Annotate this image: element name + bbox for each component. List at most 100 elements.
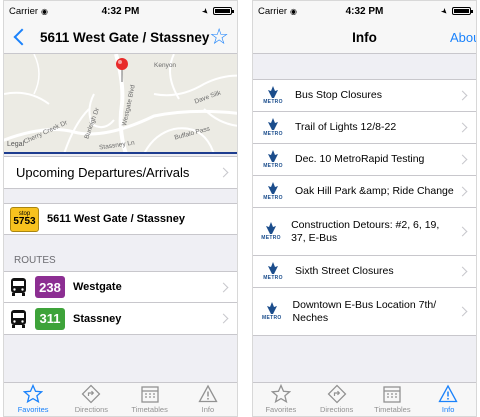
tab-favorites[interactable]: Favorites xyxy=(4,383,62,416)
metro-logo-word: METRO xyxy=(261,315,282,321)
info-item-text: Sixth Street Closures xyxy=(295,265,394,277)
calendar-icon xyxy=(140,386,159,403)
info-item-text: Bus Stop Closures xyxy=(295,89,382,101)
street-label: Kenyon xyxy=(154,62,177,69)
list-item[interactable]: METRO Downtown E-Bus Location 7th/ Neche… xyxy=(253,288,476,336)
chevron-right-icon xyxy=(218,282,229,292)
list-item[interactable]: METRO Bus Stop Closures xyxy=(253,80,476,112)
location-arrow-icon: ➤ xyxy=(439,5,451,17)
tab-directions[interactable]: Directions xyxy=(309,383,365,416)
route-row-311[interactable]: 311 Stassney xyxy=(4,303,237,335)
location-arrow-icon: ➤ xyxy=(200,5,212,17)
tab-label: Timetables xyxy=(374,405,411,414)
bus-icon xyxy=(11,278,26,296)
warning-icon xyxy=(198,384,218,403)
metro-logo-icon: METRO xyxy=(261,150,285,169)
info-item-text: Downtown E-Bus Location 7th/ Neches xyxy=(292,298,437,324)
carrier-group: Carrier ◉ xyxy=(258,6,297,17)
map-pin[interactable] xyxy=(116,58,128,70)
tab-label: Info xyxy=(201,405,215,414)
metro-logo-word: METRO xyxy=(263,99,283,105)
stop-name: 5611 West Gate / Stassney xyxy=(47,213,185,225)
stop-row[interactable]: stop 5753 5611 West Gate / Stassney xyxy=(4,203,237,235)
metro-logo-icon: METRO xyxy=(261,118,285,137)
wifi-icon: ◉ xyxy=(41,6,49,16)
carrier-label: Carrier xyxy=(9,5,39,17)
list-item[interactable]: METRO Oak Hill Park &amp; Ride Change xyxy=(253,176,476,208)
stop-badge: stop 5753 xyxy=(10,206,39,232)
directions-icon xyxy=(327,384,347,404)
warning-icon xyxy=(438,384,458,403)
metro-logo-word: METRO xyxy=(263,163,283,169)
stop-map[interactable]: Westgate Blvd Cherry Creek Dr Buffalo Pa… xyxy=(4,54,237,154)
tab-info[interactable]: Info xyxy=(179,383,237,416)
route-number-badge: 238 xyxy=(35,276,65,298)
list-item[interactable]: METRO Dec. 10 MetroRapid Testing xyxy=(253,144,476,176)
status-right: ➤ xyxy=(439,5,473,17)
list-item[interactable]: METRO Sixth Street Closures xyxy=(253,256,476,288)
tab-label: Favorites xyxy=(17,405,49,414)
upcoming-departures-row[interactable]: Upcoming Departures/Arrivals xyxy=(4,156,237,189)
routes-section-header: ROUTES xyxy=(14,255,56,266)
route-row-238[interactable]: 238 Westgate xyxy=(4,271,237,303)
star-icon xyxy=(270,384,291,404)
info-screen: Carrier ◉ 4:32 PM ➤ Info About METRO Bus… xyxy=(252,0,477,417)
tab-directions[interactable]: Directions xyxy=(62,383,120,416)
wifi-icon: ◉ xyxy=(290,6,298,16)
tab-label: Timetables xyxy=(131,405,168,414)
route-number-badge: 311 xyxy=(35,307,65,330)
tab-bar: Favorites Directions Timetables Info xyxy=(253,382,476,416)
battery-icon xyxy=(213,7,234,15)
departures-label: Upcoming Departures/Arrivals xyxy=(16,165,190,180)
stop-number: 5753 xyxy=(13,216,36,227)
tab-favorites[interactable]: Favorites xyxy=(253,383,309,416)
nav-bar: 5611 West Gate / Stassney ☆ xyxy=(4,21,237,54)
nav-bar: Info About xyxy=(253,21,476,54)
tab-label: Favorites xyxy=(265,405,297,414)
metro-logo-word: METRO xyxy=(263,195,283,201)
chevron-right-icon xyxy=(457,154,468,165)
metro-logo-icon: METRO xyxy=(261,262,285,281)
tab-timetables[interactable]: Timetables xyxy=(121,383,179,416)
chevron-right-icon xyxy=(457,90,468,101)
map-legal-link[interactable]: Legal xyxy=(7,141,24,148)
page-title: 5611 West Gate / Stassney xyxy=(40,29,210,45)
back-chevron-icon[interactable] xyxy=(13,28,31,46)
calendar-icon xyxy=(383,386,402,403)
metro-logo-icon: METRO xyxy=(261,302,283,321)
chevron-right-icon xyxy=(457,122,468,133)
tab-info[interactable]: Info xyxy=(420,383,476,416)
tab-label: Directions xyxy=(74,405,109,414)
status-bar: Carrier ◉ 4:32 PM ➤ xyxy=(4,1,237,21)
list-item[interactable]: METRO Trail of Lights 12/8-22 xyxy=(253,112,476,144)
page-title: Info xyxy=(352,29,377,45)
battery-icon xyxy=(452,7,473,15)
metro-logo-icon: METRO xyxy=(261,86,285,105)
chevron-right-icon xyxy=(457,266,468,277)
tab-bar: Favorites Directions Timetables Info xyxy=(4,382,237,416)
info-item-text: Construction Detours: #2, 6, 19, 37, E-B… xyxy=(291,218,440,244)
info-list: METRO Bus Stop Closures METRO Trail of L… xyxy=(253,79,476,336)
chevron-right-icon xyxy=(218,167,229,178)
metro-logo-word: METRO xyxy=(261,235,281,241)
chevron-right-icon xyxy=(218,313,229,324)
status-bar: Carrier ◉ 4:32 PM ➤ xyxy=(253,1,476,21)
list-item[interactable]: METRO Construction Detours: #2, 6, 19, 3… xyxy=(253,208,476,256)
info-item-text: Oak Hill Park &amp; Ride Change xyxy=(295,185,454,197)
tab-timetables[interactable]: Timetables xyxy=(365,383,421,416)
info-item-text: Trail of Lights 12/8-22 xyxy=(295,121,397,133)
metro-logo-icon: METRO xyxy=(261,222,281,241)
info-item-text: Dec. 10 MetroRapid Testing xyxy=(295,153,425,165)
metro-logo-word: METRO xyxy=(263,275,283,281)
about-button[interactable]: About xyxy=(450,30,476,45)
tab-label: Directions xyxy=(319,405,354,414)
favorites-screen: Carrier ◉ 4:32 PM ➤ 5611 West Gate / Sta… xyxy=(3,0,238,417)
route-name: Stassney xyxy=(73,312,122,325)
metro-logo-word: METRO xyxy=(263,131,283,137)
bus-icon xyxy=(11,309,26,328)
carrier-group: Carrier ◉ xyxy=(9,6,48,17)
directions-icon xyxy=(81,384,101,404)
favorite-star-icon[interactable]: ☆ xyxy=(209,25,229,49)
star-icon xyxy=(23,384,44,404)
status-right: ➤ xyxy=(200,5,234,17)
